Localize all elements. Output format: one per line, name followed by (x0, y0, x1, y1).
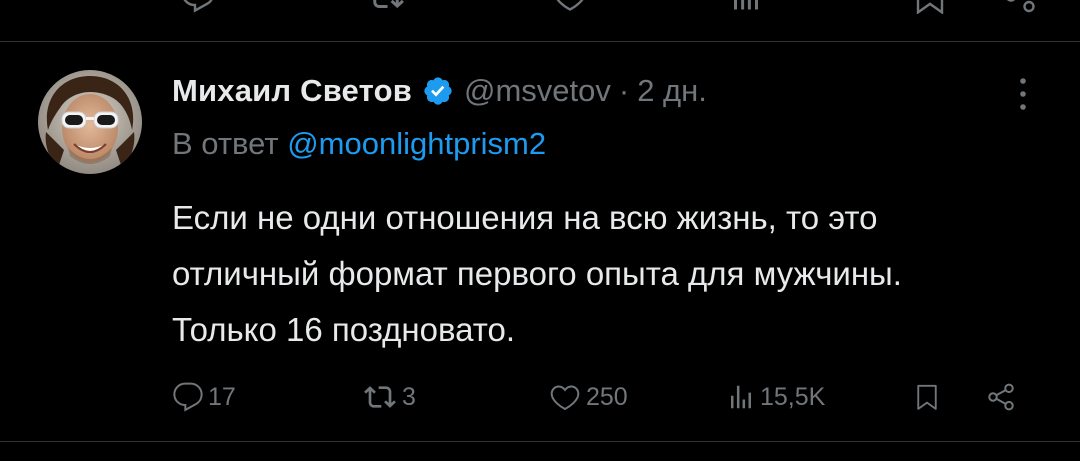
like-button[interactable]: 250 (548, 372, 628, 422)
verified-badge-icon[interactable] (422, 75, 454, 107)
previous-retweet-icon (368, 0, 404, 14)
heart-icon (550, 385, 580, 411)
more-vertical-icon (1020, 78, 1026, 110)
like-count: 250 (586, 382, 628, 411)
retweet-count: 3 (402, 382, 416, 411)
reply-count: 17 (208, 382, 236, 411)
tweet-timestamp[interactable]: 2 дн. (637, 73, 707, 109)
retweet-icon (364, 386, 396, 408)
previous-tweet-actions (0, 0, 1080, 14)
previous-share-icon (1002, 0, 1038, 14)
retweet-button[interactable]: 3 (362, 372, 416, 422)
author-handle[interactable]: @msvetov (464, 73, 611, 109)
avatar[interactable] (38, 70, 142, 174)
tweet-header: Михаил Светов @msvetov · 2 дн. (172, 66, 707, 116)
reply-button[interactable]: 17 (172, 372, 236, 422)
more-options-button[interactable] (1008, 74, 1038, 114)
previous-bookmark-icon (912, 0, 948, 14)
tweet-actions: 17 3 250 15,5K (172, 372, 1032, 422)
views-icon (731, 385, 751, 409)
reply-to-line: В ответ @moonlightprism2 (172, 126, 546, 162)
bookmark-icon (917, 384, 937, 410)
separator-dot: · (618, 73, 630, 108)
author-name[interactable]: Михаил Светов (172, 73, 412, 109)
reply-icon (173, 382, 203, 412)
views-count: 15,5K (760, 382, 826, 411)
top-divider (0, 41, 1080, 42)
previous-like-icon (552, 0, 588, 14)
reply-prefix: В ответ (172, 126, 279, 161)
previous-reply-icon (180, 0, 216, 14)
previous-views-icon (728, 0, 764, 14)
tweet-text: Если не одни отношения на всю жизнь, то … (172, 199, 902, 348)
share-button[interactable] (984, 372, 1018, 422)
reply-mention-link[interactable]: @moonlightprism2 (287, 126, 546, 161)
share-icon (988, 383, 1014, 411)
bottom-divider (0, 441, 1080, 442)
views-button[interactable]: 15,5K (726, 372, 825, 422)
bookmark-button[interactable] (912, 372, 942, 422)
